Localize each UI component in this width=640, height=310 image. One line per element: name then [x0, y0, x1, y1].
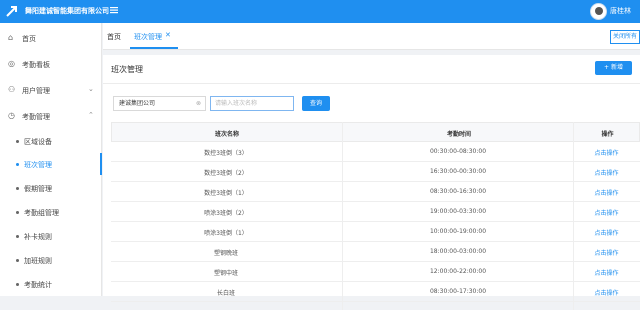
table-row: 喷涂3班倒（1） 10:00:00-19:00:00 点击操作: [111, 222, 640, 242]
shift-time: 08:30:00-17:30:00: [429, 288, 487, 295]
user-icon: ⚇: [8, 85, 16, 94]
sidebar-item-users[interactable]: ⚇ 用户管理 ⌄: [0, 79, 102, 101]
page-title: 班次管理: [111, 65, 143, 74]
operate-link[interactable]: 点击操作: [573, 268, 640, 277]
sidebar-item-attendance-groups[interactable]: 考勤组管理: [0, 201, 102, 223]
shift-name: 喷涂3班倒（2）: [204, 210, 248, 217]
shift-name: 数控3班倒（1）: [204, 190, 248, 197]
shift-name: 塑钢中班: [213, 270, 238, 277]
main-panel: 班次管理 + 新增 建诚集团公司 ⊗ 请输入班次名称 查询 班次名称 考勤时间 …: [103, 55, 640, 310]
sidebar: ⌂ 首页 ◎ 考勤看板 ⚇ 用户管理 ⌄ ◷ 考勤管理 ⌃ 区域设备 班次管理 …: [0, 23, 102, 296]
table-row: 数控3班倒（3） 00:30:00-08:30:00 点击操作: [111, 142, 640, 162]
table-header: 班次名称 考勤时间 操作: [111, 122, 640, 142]
operate-link[interactable]: 点击操作: [573, 208, 640, 217]
column-header-time: 考勤时间: [446, 131, 471, 138]
menu-fold-icon[interactable]: [110, 6, 118, 16]
top-bar: 舞阳建诚智能集团有限公司 唐桂林: [0, 0, 640, 23]
column-divider: [573, 122, 574, 310]
shift-name: 数控3班倒（2）: [204, 170, 248, 177]
table-row: 塑钢中班 12:00:00-22:00:00 点击操作: [111, 262, 640, 282]
bullet-icon: [16, 211, 19, 214]
shift-time: 12:00:00-22:00:00: [429, 268, 487, 275]
sidebar-item-holiday-management[interactable]: 假期管理: [0, 177, 102, 199]
operate-link[interactable]: 点击操作: [573, 228, 640, 237]
column-divider: [342, 122, 343, 310]
operate-link[interactable]: 点击操作: [573, 188, 640, 197]
sidebar-item-label: 加班规则: [24, 257, 52, 265]
shift-time: 10:00:00-19:00:00: [429, 228, 487, 235]
table-row: 数控3班倒（1） 08:30:00-16:30:00 点击操作: [111, 182, 640, 202]
sidebar-item-shift-management[interactable]: 班次管理: [0, 153, 102, 175]
sidebar-item-area-devices[interactable]: 区域设备: [0, 130, 102, 152]
operate-link[interactable]: 点击操作: [573, 148, 640, 157]
add-button[interactable]: + 新增: [595, 61, 632, 75]
sidebar-item-attendance-stats[interactable]: 考勤统计: [0, 273, 102, 295]
chevron-down-icon: ⌄: [88, 85, 94, 93]
bullet-icon: [16, 163, 19, 166]
shift-time: 19:00:00-03:30:00: [429, 208, 487, 215]
shift-time: 00:30:00-08:30:00: [429, 148, 487, 155]
sidebar-item-label: 班次管理: [24, 161, 52, 169]
logo-icon: [4, 4, 20, 19]
tab-shift-management[interactable]: 班次管理: [134, 32, 162, 42]
sidebar-item-label: 区域设备: [24, 138, 52, 146]
home-icon: ⌂: [8, 33, 14, 42]
sidebar-item-label: 考勤组管理: [24, 209, 59, 217]
sidebar-item-label: 用户管理: [22, 87, 50, 95]
sidebar-item-dashboard[interactable]: ◎ 考勤看板: [0, 53, 102, 75]
table-row: 长白班 08:30:00-17:30:00 点击操作: [111, 282, 640, 302]
sidebar-item-label: 考勤看板: [22, 61, 50, 69]
column-header-action: 操作: [601, 131, 614, 138]
user-name[interactable]: 唐桂林: [610, 6, 631, 16]
dashboard-icon: ◎: [8, 59, 15, 68]
sidebar-item-attendance[interactable]: ◷ 考勤管理 ⌃: [0, 105, 102, 127]
bullet-icon: [16, 140, 19, 143]
sidebar-item-label: 考勤统计: [24, 281, 52, 289]
close-all-tabs-button[interactable]: 关闭所有: [610, 30, 640, 44]
clear-icon[interactable]: ⊗: [196, 97, 201, 110]
bullet-icon: [16, 187, 19, 190]
divider: [103, 83, 640, 84]
operate-link[interactable]: 点击操作: [573, 248, 640, 257]
shift-name: 塑钢晚班: [213, 250, 238, 257]
sidebar-item-label: 假期管理: [24, 185, 52, 193]
sidebar-item-label: 考勤管理: [22, 113, 50, 121]
avatar[interactable]: [590, 3, 607, 20]
table-row: 数控3班倒（2） 16:30:00-00:30:00 点击操作: [111, 162, 640, 182]
clock-icon: ◷: [8, 111, 15, 120]
active-tab-indicator: [130, 47, 178, 49]
shift-name: 喷涂3班倒（1）: [204, 230, 248, 237]
table-row: 塑钢晚班 18:00:00-03:00:00 点击操作: [111, 242, 640, 262]
company-select-value: 建诚集团公司: [119, 100, 156, 107]
company-select[interactable]: 建诚集团公司 ⊗: [113, 96, 206, 111]
sidebar-item-label: 首页: [22, 35, 36, 43]
search-button[interactable]: 查询: [302, 96, 330, 111]
shift-time: 18:00:00-03:00:00: [429, 248, 487, 255]
shift-time: 08:30:00-16:30:00: [429, 188, 487, 195]
sidebar-item-home[interactable]: ⌂ 首页: [0, 27, 102, 49]
sidebar-item-overtime-rules[interactable]: 加班规则: [0, 249, 102, 271]
bullet-icon: [16, 283, 19, 286]
column-header-name: 班次名称: [214, 131, 239, 138]
chevron-up-icon: ⌃: [88, 111, 94, 119]
sidebar-item-makeup-rules[interactable]: 补卡规则: [0, 225, 102, 247]
bullet-icon: [16, 259, 19, 262]
tab-home[interactable]: 首页: [107, 32, 121, 42]
operate-link[interactable]: 点击操作: [573, 168, 640, 177]
sidebar-item-label: 补卡规则: [24, 233, 52, 241]
shift-time: 16:30:00-00:30:00: [429, 168, 487, 175]
shift-name: 数控3班倒（3）: [204, 150, 248, 157]
company-name: 舞阳建诚智能集团有限公司: [25, 7, 109, 15]
table-row: 喷涂3班倒（2） 19:00:00-03:30:00 点击操作: [111, 202, 640, 222]
search-input[interactable]: 请输入班次名称: [210, 96, 294, 111]
tab-bar: 首页 班次管理 ✕ 关闭所有: [103, 23, 640, 50]
close-icon[interactable]: ✕: [165, 31, 171, 39]
bullet-icon: [16, 235, 19, 238]
